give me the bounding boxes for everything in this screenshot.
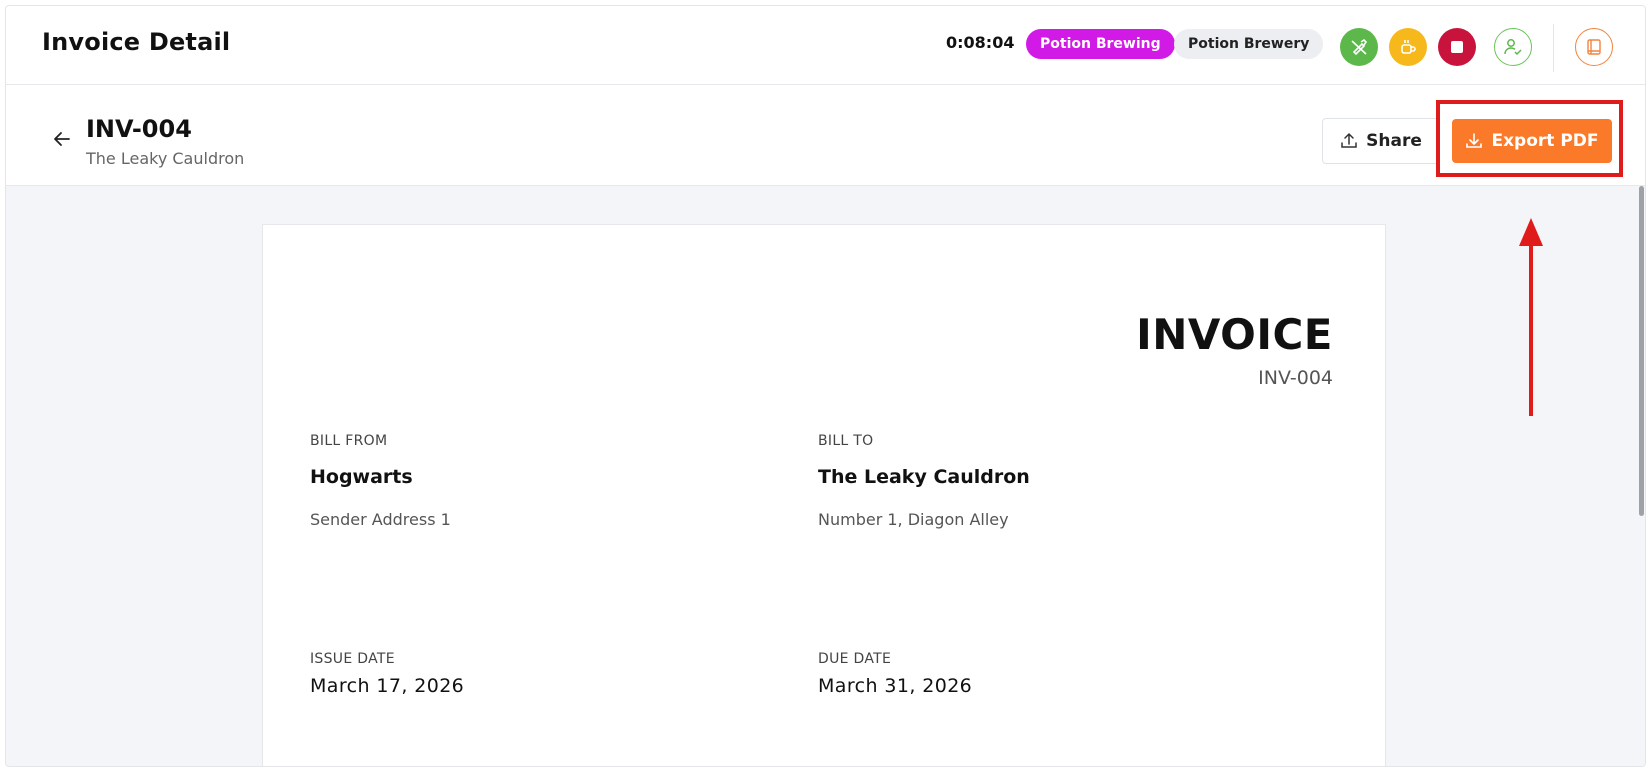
- top-header: Invoice Detail 0:08:04 Potion Brewing Po…: [6, 6, 1645, 85]
- workspace-tag[interactable]: Potion Brewery: [1174, 29, 1324, 59]
- invoice-subheader: INV-004 The Leaky Cauldron Share Export …: [6, 85, 1645, 186]
- invoice-document: INVOICE INV-004 BILL FROM Hogwarts Sende…: [262, 224, 1386, 766]
- session-timer: 0:08:04: [946, 33, 1015, 52]
- due-date-label: DUE DATE: [818, 651, 892, 667]
- back-arrow-icon[interactable]: [52, 129, 72, 149]
- invoice-preview-area[interactable]: INVOICE INV-004 BILL FROM Hogwarts Sende…: [6, 186, 1645, 766]
- issue-date-label: ISSUE DATE: [310, 651, 395, 667]
- stop-icon: [1451, 41, 1463, 53]
- due-date: March 31, 2026: [818, 675, 973, 697]
- upload-icon: [1341, 133, 1357, 148]
- annotation-highlight-box: [1436, 100, 1623, 177]
- share-label: Share: [1366, 131, 1422, 151]
- bill-to-name: The Leaky Cauldron: [818, 466, 1030, 488]
- coffee-cup-icon: [1401, 40, 1416, 54]
- header-divider: [1553, 24, 1554, 72]
- invoice-number: INV-004: [1258, 367, 1333, 389]
- user-check-icon: [1504, 39, 1522, 56]
- scrollbar-thumb[interactable]: [1639, 186, 1644, 516]
- pen-slash-icon: [1351, 38, 1368, 56]
- invoice-heading: INVOICE: [1136, 310, 1333, 359]
- share-button[interactable]: Share: [1322, 118, 1440, 164]
- issue-date: March 17, 2026: [310, 675, 465, 697]
- user-status-button[interactable]: [1494, 28, 1532, 66]
- bill-from-label: BILL FROM: [310, 433, 388, 449]
- bill-to-label: BILL TO: [818, 433, 874, 449]
- pen-slash-button[interactable]: [1340, 28, 1378, 66]
- book-icon: [1587, 39, 1601, 55]
- project-tag[interactable]: Potion Brewing: [1026, 29, 1175, 59]
- break-button[interactable]: [1389, 28, 1427, 66]
- bill-from-address: Sender Address 1: [310, 510, 451, 529]
- invoice-id: INV-004: [86, 115, 192, 143]
- invoice-client: The Leaky Cauldron: [86, 149, 245, 168]
- scrollbar[interactable]: [1637, 186, 1645, 766]
- app-window: Invoice Detail 0:08:04 Potion Brewing Po…: [5, 5, 1646, 767]
- annotation-arrow: [1519, 218, 1543, 416]
- bill-from-name: Hogwarts: [310, 466, 413, 488]
- docs-button[interactable]: [1575, 28, 1613, 66]
- stop-timer-button[interactable]: [1438, 28, 1476, 66]
- bill-to-address: Number 1, Diagon Alley: [818, 510, 1009, 529]
- page-title: Invoice Detail: [42, 28, 231, 56]
